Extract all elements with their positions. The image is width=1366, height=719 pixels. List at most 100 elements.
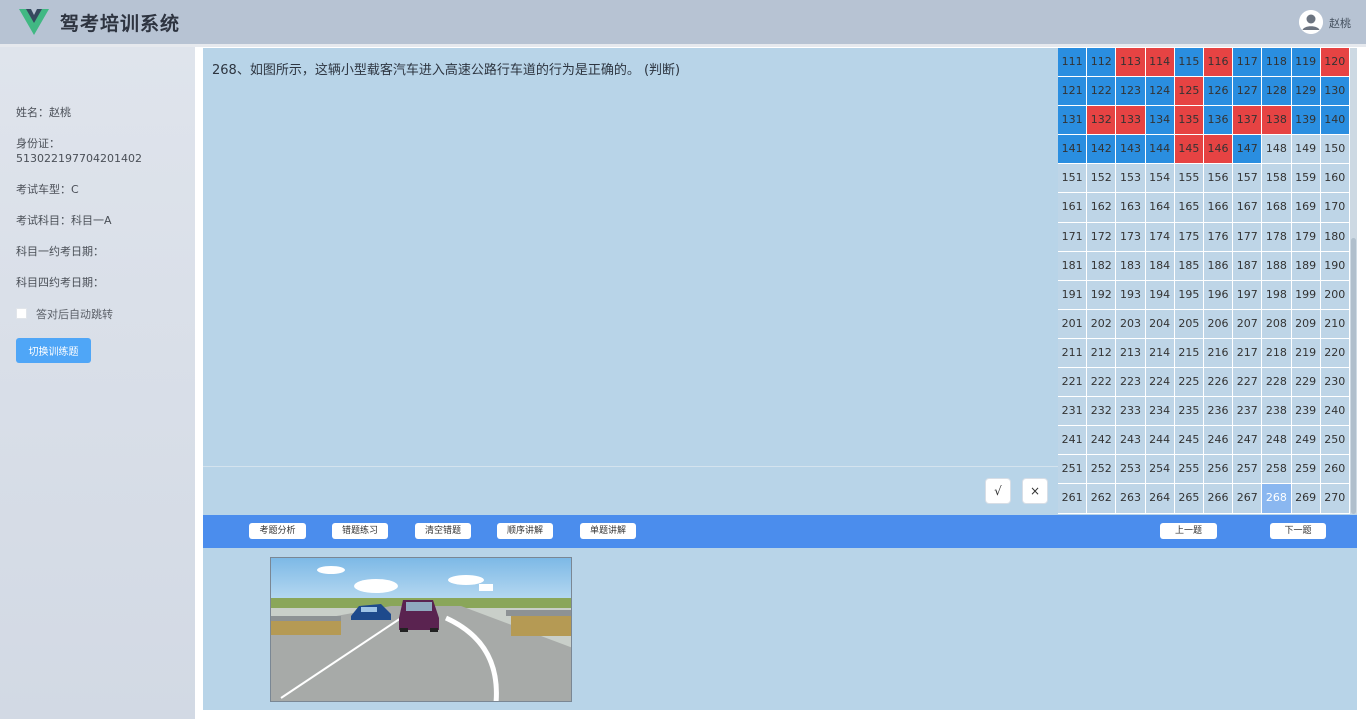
user-avatar-icon[interactable] [1299, 10, 1323, 34]
question-number-cell[interactable]: 229 [1291, 368, 1321, 398]
question-number-cell[interactable]: 138 [1262, 106, 1292, 136]
single-explain-button[interactable]: 单题讲解 [580, 523, 636, 539]
question-number-cell[interactable]: 181 [1058, 251, 1088, 281]
question-number-cell[interactable]: 145 [1174, 135, 1204, 165]
question-number-cell[interactable]: 221 [1058, 368, 1088, 398]
question-number-cell[interactable]: 202 [1087, 309, 1117, 339]
question-number-cell[interactable]: 179 [1291, 222, 1321, 252]
user-name[interactable]: 赵桃 [1329, 15, 1351, 31]
question-number-cell[interactable]: 231 [1058, 397, 1088, 427]
question-number-cell[interactable]: 199 [1291, 280, 1321, 310]
question-number-cell[interactable]: 249 [1291, 426, 1321, 456]
question-number-cell[interactable]: 203 [1116, 309, 1146, 339]
question-number-cell[interactable]: 247 [1233, 426, 1263, 456]
question-number-cell[interactable]: 142 [1087, 135, 1117, 165]
question-number-cell[interactable]: 164 [1145, 193, 1175, 223]
question-number-cell[interactable]: 166 [1203, 193, 1234, 223]
question-number-cell[interactable]: 172 [1087, 222, 1117, 252]
question-number-cell[interactable]: 265 [1174, 484, 1204, 514]
question-number-cell[interactable]: 205 [1174, 309, 1204, 339]
answer-false-button[interactable]: × [1022, 478, 1048, 504]
question-number-cell[interactable]: 233 [1116, 397, 1146, 427]
question-number-cell[interactable]: 119 [1291, 48, 1321, 78]
question-number-cell[interactable]: 239 [1291, 397, 1321, 427]
question-number-cell[interactable]: 134 [1145, 106, 1175, 136]
question-number-cell[interactable]: 223 [1116, 368, 1146, 398]
question-number-cell[interactable]: 258 [1262, 455, 1292, 485]
question-number-cell[interactable]: 169 [1291, 193, 1321, 223]
question-number-cell[interactable]: 216 [1203, 338, 1234, 369]
question-number-cell[interactable]: 147 [1233, 135, 1263, 165]
question-number-cell[interactable]: 207 [1233, 309, 1263, 339]
question-number-cell[interactable]: 131 [1058, 106, 1088, 136]
question-number-cell[interactable]: 176 [1203, 222, 1234, 252]
question-number-cell[interactable]: 115 [1174, 48, 1204, 78]
question-number-cell[interactable]: 170 [1320, 193, 1350, 223]
question-number-cell[interactable]: 125 [1174, 77, 1204, 107]
question-number-cell[interactable]: 187 [1233, 251, 1263, 281]
question-number-cell[interactable]: 175 [1174, 222, 1204, 252]
question-number-cell[interactable]: 113 [1116, 48, 1146, 78]
question-number-cell[interactable]: 124 [1145, 77, 1175, 107]
question-number-cell[interactable]: 196 [1203, 280, 1234, 310]
question-number-cell[interactable]: 236 [1203, 397, 1234, 427]
question-number-cell[interactable]: 214 [1145, 338, 1175, 369]
question-number-cell[interactable]: 150 [1320, 135, 1350, 165]
grid-scrollbar[interactable] [1350, 48, 1357, 514]
question-number-cell[interactable]: 137 [1233, 106, 1263, 136]
question-number-cell[interactable]: 189 [1291, 251, 1321, 281]
question-number-cell[interactable]: 204 [1145, 309, 1175, 339]
question-number-cell[interactable]: 243 [1116, 426, 1146, 456]
question-number-cell[interactable]: 178 [1262, 222, 1292, 252]
question-number-cell[interactable]: 146 [1203, 135, 1234, 165]
question-number-cell[interactable]: 162 [1087, 193, 1117, 223]
question-number-cell[interactable]: 141 [1058, 135, 1088, 165]
question-number-cell[interactable]: 130 [1320, 77, 1350, 107]
question-number-cell[interactable]: 149 [1291, 135, 1321, 165]
question-number-cell[interactable]: 197 [1233, 280, 1263, 310]
question-number-cell[interactable]: 188 [1262, 251, 1292, 281]
question-number-cell[interactable]: 114 [1145, 48, 1175, 78]
question-number-cell[interactable]: 209 [1291, 309, 1321, 339]
question-number-cell[interactable]: 194 [1145, 280, 1175, 310]
question-number-cell[interactable]: 191 [1058, 280, 1088, 310]
question-number-cell[interactable]: 140 [1320, 106, 1350, 136]
question-number-cell[interactable]: 177 [1233, 222, 1263, 252]
question-number-cell[interactable]: 255 [1174, 455, 1204, 485]
question-number-cell[interactable]: 159 [1291, 164, 1321, 194]
clear-wrong-button[interactable]: 清空错题 [415, 523, 471, 539]
question-number-cell[interactable]: 201 [1058, 309, 1088, 339]
question-number-cell[interactable]: 180 [1320, 222, 1350, 252]
question-number-cell[interactable]: 250 [1320, 426, 1350, 456]
question-number-cell[interactable]: 157 [1233, 164, 1263, 194]
question-number-cell[interactable]: 263 [1116, 484, 1146, 514]
question-number-cell[interactable]: 268 [1262, 484, 1292, 514]
question-number-cell[interactable]: 173 [1116, 222, 1146, 252]
question-number-cell[interactable]: 153 [1116, 164, 1146, 194]
question-number-cell[interactable]: 267 [1233, 484, 1263, 514]
question-number-cell[interactable]: 260 [1320, 455, 1350, 485]
question-number-cell[interactable]: 121 [1058, 77, 1088, 107]
question-number-cell[interactable]: 129 [1291, 77, 1321, 107]
question-number-cell[interactable]: 240 [1320, 397, 1350, 427]
question-number-cell[interactable]: 242 [1087, 426, 1117, 456]
question-number-cell[interactable]: 211 [1058, 338, 1088, 369]
question-number-cell[interactable]: 230 [1320, 368, 1350, 398]
question-number-cell[interactable]: 198 [1262, 280, 1292, 310]
question-number-cell[interactable]: 161 [1058, 193, 1088, 223]
question-number-cell[interactable]: 253 [1116, 455, 1146, 485]
question-number-cell[interactable]: 237 [1233, 397, 1263, 427]
question-number-cell[interactable]: 222 [1087, 368, 1117, 398]
question-number-cell[interactable]: 228 [1262, 368, 1292, 398]
question-number-cell[interactable]: 182 [1087, 251, 1117, 281]
question-number-cell[interactable]: 261 [1058, 484, 1088, 514]
question-number-cell[interactable]: 139 [1291, 106, 1321, 136]
question-number-cell[interactable]: 217 [1233, 338, 1263, 369]
question-number-cell[interactable]: 248 [1262, 426, 1292, 456]
question-number-cell[interactable]: 224 [1145, 368, 1175, 398]
question-number-cell[interactable]: 154 [1145, 164, 1175, 194]
question-number-cell[interactable]: 183 [1116, 251, 1146, 281]
question-number-cell[interactable]: 155 [1174, 164, 1204, 194]
question-number-cell[interactable]: 127 [1233, 77, 1263, 107]
question-number-cell[interactable]: 174 [1145, 222, 1175, 252]
